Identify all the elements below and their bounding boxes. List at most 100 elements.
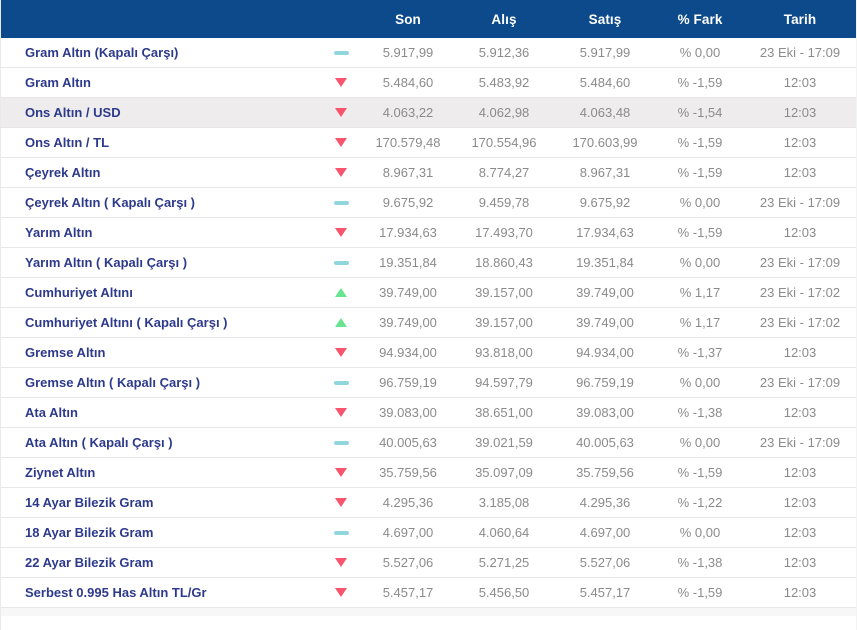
fark-value: % 0,00 (679, 375, 721, 390)
table-row[interactable]: Ons Altın / TL 170.579,48 170.554,96 170… (1, 128, 856, 158)
tarih-value: 23 Eki - 17:09 (759, 45, 841, 60)
trend-down-icon (335, 408, 347, 417)
satis-value: 40.005,63 (576, 435, 634, 450)
trend-up-icon (335, 288, 347, 297)
son-value: 9.675,92 (382, 195, 434, 210)
trend-cell (320, 348, 362, 357)
fark-value: % 1,17 (679, 315, 721, 330)
son-value: 5.484,60 (382, 75, 434, 90)
son-value: 4.295,36 (382, 495, 434, 510)
fark-value: % 0,00 (679, 525, 721, 540)
trend-down-icon (335, 138, 347, 147)
tarih-value: 12:03 (783, 465, 817, 480)
instrument-label: Çeyrek Altın (25, 165, 101, 180)
son-value: 5.457,17 (382, 585, 434, 600)
table-row[interactable]: 14 Ayar Bilezik Gram 4.295,36 3.185,08 4… (1, 488, 856, 518)
fark-value: % -1,38 (677, 555, 723, 570)
table-row[interactable]: 22 Ayar Bilezik Gram 5.527,06 5.271,25 5… (1, 548, 856, 578)
trend-down-icon (335, 588, 347, 597)
trend-cell (320, 530, 362, 535)
fark-value: % 0,00 (679, 195, 721, 210)
instrument-label: 18 Ayar Bilezik Gram (25, 525, 154, 540)
tarih-value: 12:03 (783, 75, 817, 90)
header-alis: Alış (491, 11, 517, 27)
trend-down-icon (335, 108, 347, 117)
trend-cell (320, 288, 362, 297)
instrument-label: Cumhuriyet Altını (25, 285, 133, 300)
satis-value: 4.063,48 (579, 105, 631, 120)
table-row[interactable]: Serbest 0.995 Has Altın TL/Gr 5.457,17 5… (1, 578, 856, 608)
table-row[interactable]: Cumhuriyet Altını ( Kapalı Çarşı ) 39.74… (1, 308, 856, 338)
instrument-label: Ata Altın ( Kapalı Çarşı ) (25, 435, 173, 450)
table-row[interactable]: Ons Altın / USD 4.063,22 4.062,98 4.063,… (1, 98, 856, 128)
table-row[interactable]: Ziynet Altın 35.759,56 35.097,09 35.759,… (1, 458, 856, 488)
son-value: 5.527,06 (382, 555, 434, 570)
fark-value: % -1,59 (677, 465, 723, 480)
tarih-value: 23 Eki - 17:09 (759, 375, 841, 390)
son-value: 40.005,63 (379, 435, 437, 450)
fark-value: % 0,00 (679, 255, 721, 270)
son-value: 96.759,19 (379, 375, 437, 390)
fark-value: % -1,59 (677, 75, 723, 90)
fark-value: % -1,59 (677, 135, 723, 150)
alis-value: 39.157,00 (475, 315, 533, 330)
satis-value: 5.457,17 (579, 585, 631, 600)
table-row[interactable]: Gram Altın (Kapalı Çarşı) 5.917,99 5.912… (1, 38, 856, 68)
trend-cell (320, 200, 362, 205)
fark-value: % -1,59 (677, 225, 723, 240)
trend-down-icon (335, 78, 347, 87)
fark-value: % 0,00 (679, 45, 721, 60)
alis-value: 39.157,00 (475, 285, 533, 300)
tarih-value: 23 Eki - 17:09 (759, 195, 841, 210)
table-row[interactable]: Gremse Altın 94.934,00 93.818,00 94.934,… (1, 338, 856, 368)
trend-cell (320, 408, 362, 417)
gold-prices-table: Son Alış Satış % Fark Tarih Gram Altın (… (0, 0, 857, 630)
table-row[interactable]: 18 Ayar Bilezik Gram 4.697,00 4.060,64 4… (1, 518, 856, 548)
table-row[interactable]: Yarım Altın ( Kapalı Çarşı ) 19.351,84 1… (1, 248, 856, 278)
instrument-label: Ons Altın / TL (25, 135, 110, 150)
satis-value: 94.934,00 (576, 345, 634, 360)
alis-value: 4.062,98 (478, 105, 530, 120)
son-value: 39.749,00 (379, 285, 437, 300)
satis-value: 4.697,00 (579, 525, 631, 540)
tarih-value: 23 Eki - 17:09 (759, 435, 841, 450)
trend-cell (320, 228, 362, 237)
table-row[interactable]: Gremse Altın ( Kapalı Çarşı ) 96.759,19 … (1, 368, 856, 398)
alis-value: 5.456,50 (478, 585, 530, 600)
trend-cell (320, 78, 362, 87)
tarih-value: 12:03 (783, 135, 817, 150)
alis-value: 39.021,59 (475, 435, 533, 450)
table-row[interactable]: Ata Altın ( Kapalı Çarşı ) 40.005,63 39.… (1, 428, 856, 458)
table-row[interactable]: Çeyrek Altın 8.967,31 8.774,27 8.967,31 … (1, 158, 856, 188)
alis-value: 8.774,27 (478, 165, 530, 180)
trend-down-icon (335, 348, 347, 357)
alis-value: 5.912,36 (478, 45, 530, 60)
fark-value: % 0,00 (679, 435, 721, 450)
table-row[interactable]: Yarım Altın 17.934,63 17.493,70 17.934,6… (1, 218, 856, 248)
trend-cell (320, 138, 362, 147)
fark-value: % 1,17 (679, 285, 721, 300)
trend-flat-icon (333, 260, 349, 265)
table-row[interactable]: Ata Altın 39.083,00 38.651,00 39.083,00 … (1, 398, 856, 428)
fark-value: % -1,38 (677, 405, 723, 420)
trend-down-icon (335, 558, 347, 567)
table-row[interactable]: Gram Altın 5.484,60 5.483,92 5.484,60 % … (1, 68, 856, 98)
trend-flat-icon (333, 440, 349, 445)
alis-value: 3.185,08 (478, 495, 530, 510)
instrument-label: Cumhuriyet Altını ( Kapalı Çarşı ) (25, 315, 228, 330)
trend-cell (320, 168, 362, 177)
fark-value: % -1,37 (677, 345, 723, 360)
alis-value: 170.554,96 (471, 135, 537, 150)
table-row[interactable]: Çeyrek Altın ( Kapalı Çarşı ) 9.675,92 9… (1, 188, 856, 218)
son-value: 39.749,00 (379, 315, 437, 330)
tarih-value: 12:03 (783, 165, 817, 180)
satis-value: 4.295,36 (579, 495, 631, 510)
satis-value: 39.749,00 (576, 285, 634, 300)
instrument-label: Gram Altın (25, 75, 91, 90)
tarih-value: 12:03 (783, 105, 817, 120)
tarih-value: 12:03 (783, 585, 817, 600)
alis-value: 18.860,43 (475, 255, 533, 270)
table-footer-strip (1, 608, 856, 616)
header-son: Son (395, 11, 421, 27)
table-row[interactable]: Cumhuriyet Altını 39.749,00 39.157,00 39… (1, 278, 856, 308)
